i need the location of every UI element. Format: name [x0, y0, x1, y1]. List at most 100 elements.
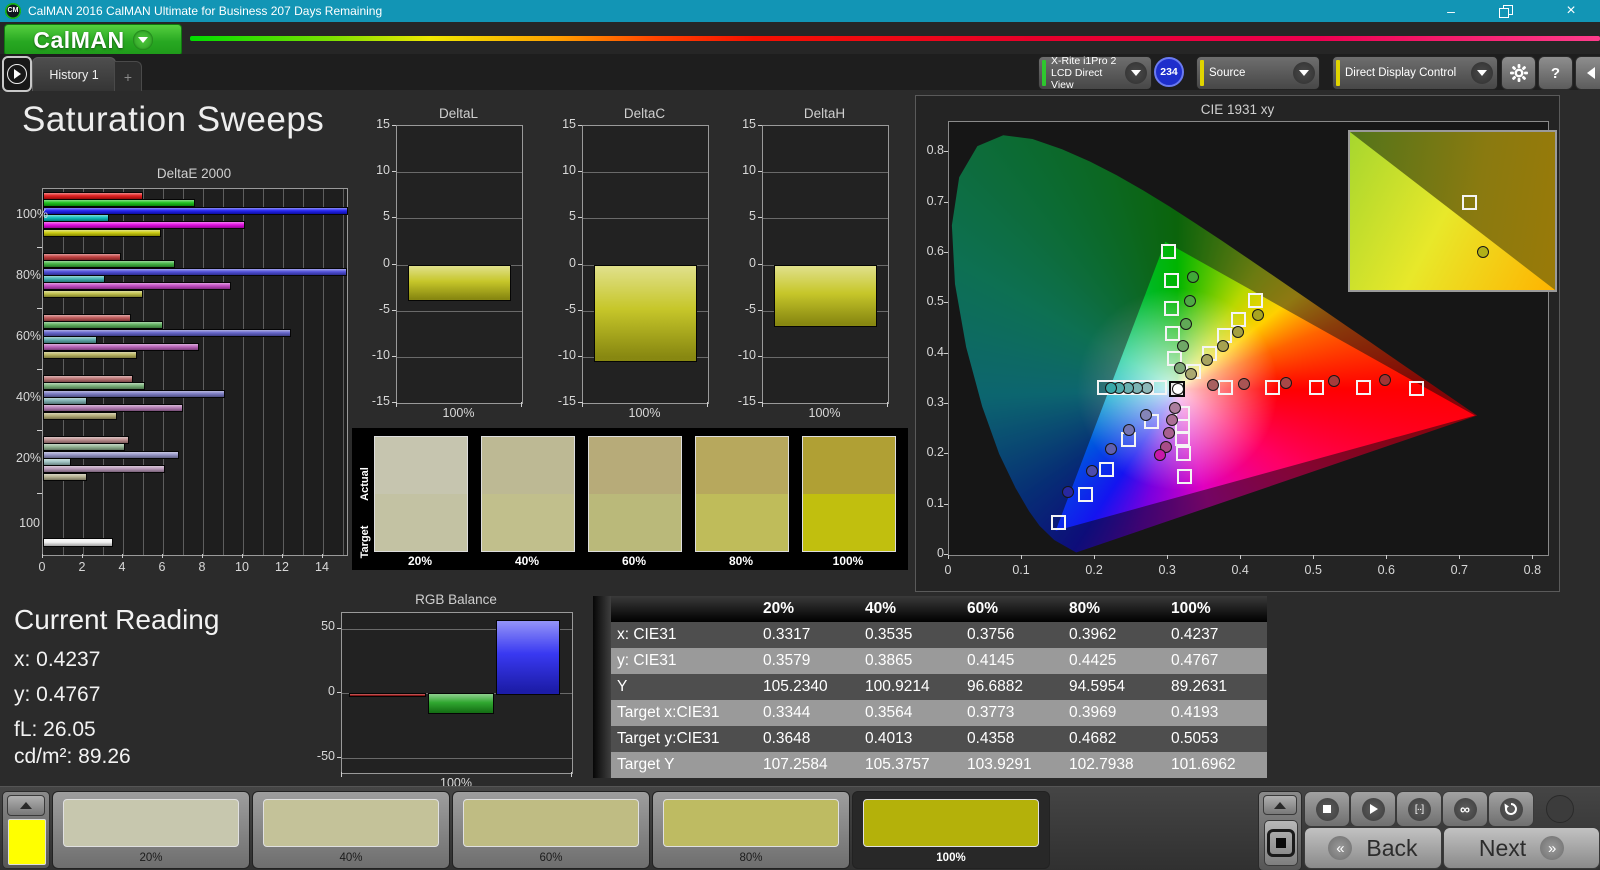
y-tick-label: 15	[376, 117, 390, 131]
refresh-button[interactable]	[1488, 791, 1534, 827]
target-marker-magenta	[1176, 469, 1192, 484]
settings-button[interactable]	[1501, 56, 1536, 90]
play-button[interactable]	[1350, 791, 1396, 827]
display-window-button[interactable]	[1264, 820, 1298, 866]
gridline	[223, 189, 224, 555]
read-series-button[interactable]: [··]	[1396, 791, 1442, 827]
add-tab-button[interactable]: +	[114, 61, 142, 91]
tab-history-1[interactable]: History 1	[32, 57, 116, 91]
measured-marker-cyan	[1104, 382, 1117, 395]
pattern-button-80%[interactable]: 80%	[652, 791, 850, 869]
table-row[interactable]: y: CIE31 0.3579 0.3865 0.4145 0.4425 0.4767	[593, 648, 1267, 674]
next-button[interactable]: Next »	[1443, 827, 1600, 869]
swatch-actual	[375, 437, 467, 494]
x-tick-label: 0.1	[1012, 563, 1030, 577]
measured-marker-blue	[1061, 485, 1074, 498]
target-marker-green	[1163, 273, 1179, 289]
x-tick	[1313, 555, 1315, 559]
chevron-down-icon	[1293, 62, 1315, 84]
current-reading-cdm2: cd/m²: 89.26	[14, 745, 131, 768]
pattern-button-20%[interactable]: 20%	[52, 791, 250, 869]
y-group-label: 100	[19, 516, 40, 530]
table-header-row: 20% 40% 60% 80% 100%	[593, 596, 1267, 622]
pattern-button-100%[interactable]: 100%	[852, 791, 1050, 869]
x-tick-label: 0.2	[1085, 563, 1103, 577]
row-value: 0.4358	[961, 726, 1063, 752]
pattern-label: 60%	[539, 852, 563, 864]
meter-status-stripe	[1042, 60, 1046, 86]
measurement-count-badge[interactable]: 234	[1154, 57, 1184, 87]
pattern-panel-up-button[interactable]	[7, 795, 45, 816]
table-row[interactable]: Target y:CIE31 0.3648 0.4013 0.4358 0.4682 0.…	[593, 726, 1267, 752]
y-tick-label: 0.3	[926, 395, 944, 409]
swatch-actual	[482, 437, 574, 494]
row-value: 102.7938	[1063, 752, 1165, 778]
gridline	[243, 189, 244, 555]
deltae-bar-white	[43, 538, 113, 547]
stop-button[interactable]	[1304, 791, 1350, 827]
y-tick	[37, 247, 42, 248]
saturation-data-table: 20% 40% 60% 80% 100% x: CIE31 0.3317 0.3535 0.37…	[593, 596, 1269, 778]
measured-marker-magenta	[1163, 426, 1176, 439]
y-tick-label: 0.2	[926, 445, 944, 460]
current-pattern-swatch[interactable]	[8, 819, 46, 865]
restore-button[interactable]	[1482, 0, 1528, 22]
chart-title: DeltaE 2000	[156, 166, 232, 181]
bar-deltaH	[774, 264, 877, 327]
chevrons-left-icon: «	[1328, 836, 1353, 860]
window-title: CalMAN 2016 CalMAN Ultimate for Business…	[28, 4, 383, 18]
meter-line2: LCD Direct View	[1051, 67, 1103, 91]
row-handle	[593, 622, 611, 648]
table-row[interactable]: Target x:CIE31 0.3344 0.3564 0.3773 0.3969 0.…	[593, 700, 1267, 726]
measured-marker-yellow	[1216, 339, 1229, 352]
source-dropdown[interactable]: Source	[1196, 56, 1320, 90]
pattern-button-40%[interactable]: 40%	[252, 791, 450, 869]
x-tick	[1094, 555, 1096, 559]
transport-panel-up-button[interactable]	[1263, 795, 1297, 815]
row-label: y: CIE31	[611, 648, 757, 674]
row-value: 105.2340	[757, 674, 859, 700]
row-handle	[593, 752, 611, 778]
stop-icon	[1315, 797, 1339, 821]
row-value: 0.3535	[859, 622, 961, 648]
measured-marker-blue	[1085, 464, 1098, 477]
y-tick	[392, 355, 396, 357]
row-value: 0.3564	[859, 700, 961, 726]
table-header-cell: 100%	[1165, 596, 1267, 622]
table-row[interactable]: x: CIE31 0.3317 0.3535 0.3756 0.3962 0.4237	[593, 622, 1267, 648]
minimize-button[interactable]: –	[1428, 0, 1474, 22]
gridline	[763, 218, 888, 220]
swatch-actual	[696, 437, 788, 494]
row-value: 0.3317	[757, 622, 859, 648]
table-row[interactable]: Target Y 107.2584 105.3757 103.9291 102.7938…	[593, 752, 1267, 778]
pattern-button-60%[interactable]: 60%	[452, 791, 650, 869]
display-control-dropdown[interactable]: Direct Display Control	[1332, 56, 1498, 90]
collapse-panel-button[interactable]	[1575, 56, 1600, 90]
table-header-cell: 60%	[961, 596, 1063, 622]
close-button[interactable]: ×	[1548, 0, 1594, 22]
y-tick	[758, 309, 762, 311]
measured-marker-green	[1177, 340, 1189, 353]
x-tick	[42, 554, 43, 558]
meter-dropdown[interactable]: X-Rite i1Pro 2 LCD Direct View	[1038, 55, 1152, 91]
swatch-label: 60%	[621, 554, 647, 568]
layout-nav-button[interactable]	[2, 56, 32, 92]
table-row[interactable]: Y 105.2340 100.9214 96.6882 94.5954 89.2631	[593, 674, 1267, 700]
back-button[interactable]: « Back	[1304, 827, 1442, 869]
x-tick-label: 0	[944, 563, 952, 577]
calman-menu-button[interactable]: CalMAN	[4, 24, 182, 56]
pattern-chip	[863, 799, 1039, 847]
measured-marker-red	[1238, 377, 1251, 390]
y-tick-label: 15	[562, 117, 576, 131]
read-continuous-button[interactable]: ∞	[1442, 791, 1488, 827]
y-tick-label: 5	[383, 209, 390, 224]
row-value: 103.9291	[961, 752, 1063, 778]
chart-title: DeltaL	[438, 106, 479, 121]
y-tick-label: 0	[937, 546, 944, 560]
deltac-chart: DeltaC 15 10 5 0 -5 -10 -15 100%	[546, 100, 712, 422]
y-group-label: 100%	[16, 207, 48, 221]
x-tick-label: 14	[315, 560, 329, 574]
table-header-cell	[611, 596, 757, 622]
x-tick	[122, 554, 123, 558]
help-button[interactable]: ?	[1538, 56, 1573, 90]
